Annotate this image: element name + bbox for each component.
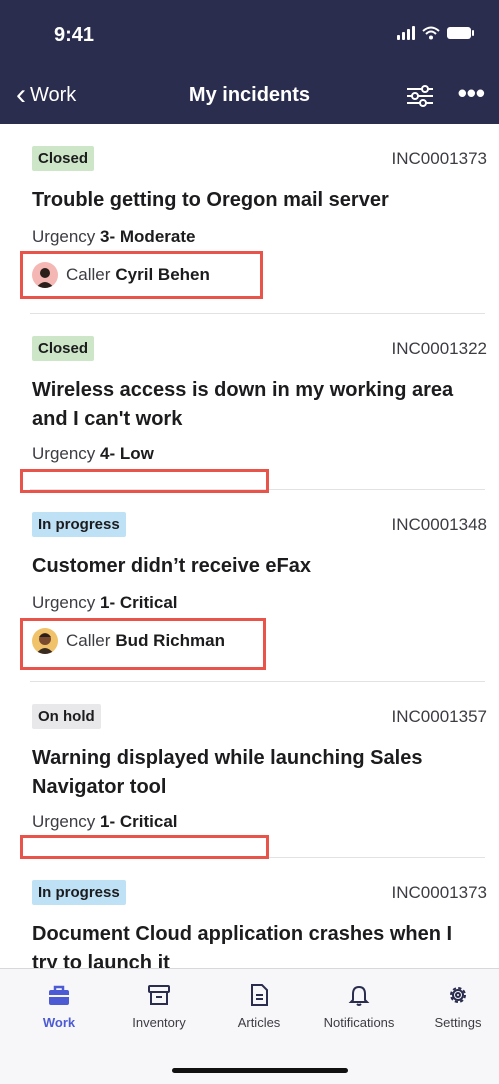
incident-card[interactable]: In progress INC0001373 Document Cloud ap… [0, 858, 499, 968]
status-icons [397, 26, 474, 40]
status-badge: In progress [32, 512, 126, 537]
briefcase-icon [49, 985, 69, 1005]
document-icon [251, 984, 268, 1006]
incident-list: Closed INC0001373 Trouble getting to Ore… [0, 124, 499, 968]
status-time: 9:41 [54, 24, 95, 46]
urgency-label: Urgency [32, 593, 96, 612]
tab-label: Notifications [323, 1015, 395, 1030]
tab-settings[interactable]: Settings [408, 983, 499, 1030]
gear-icon [450, 987, 466, 1003]
caller-highlight-box [20, 251, 263, 299]
tab-work[interactable]: Work [9, 983, 109, 1030]
nav-bar: ‹ Work My incidents ••• [0, 70, 499, 124]
status-badge: Closed [32, 146, 95, 171]
incident-number: INC0001357 [391, 707, 487, 726]
app-header: 9:41 ‹ Work My incidents ••• [0, 0, 499, 124]
home-indicator [172, 1068, 348, 1073]
status-badge: In progress [32, 880, 126, 905]
status-badge: On hold [32, 704, 101, 729]
incident-card[interactable]: Closed INC0001322 Wireless access is dow… [0, 314, 499, 490]
incident-title: Wireless access is down in my working ar… [32, 379, 454, 430]
more-options-icon[interactable]: ••• [458, 78, 485, 109]
caller-highlight-box [20, 618, 266, 670]
empty-caller-highlight-box [20, 835, 269, 859]
urgency-value: 1- Critical [100, 593, 178, 612]
tab-label: Inventory [132, 1015, 186, 1030]
urgency-value: 4- Low [100, 444, 154, 463]
signal-icon [397, 26, 415, 40]
incident-number: INC0001322 [391, 339, 487, 358]
incident-number: INC0001348 [391, 515, 487, 534]
filter-icon[interactable] [405, 84, 435, 108]
urgency-label: Urgency [32, 812, 96, 831]
urgency: Urgency 1- Critical [32, 812, 178, 832]
urgency: Urgency 4- Low [32, 444, 154, 464]
incident-title: Document Cloud application crashes when … [32, 923, 453, 968]
tab-inventory[interactable]: Inventory [109, 983, 209, 1030]
tab-articles[interactable]: Articles [209, 983, 309, 1030]
status-badge: Closed [32, 336, 95, 361]
urgency: Urgency 3- Moderate [32, 227, 195, 247]
urgency: Urgency 1- Critical [32, 593, 178, 613]
archive-box-icon [148, 985, 170, 1005]
urgency-label: Urgency [32, 444, 96, 463]
incident-title: Warning displayed while launching Sales … [32, 747, 423, 798]
incident-number: INC0001373 [391, 883, 487, 902]
bell-icon [348, 985, 370, 1006]
status-bar: 9:41 [0, 0, 499, 70]
tab-label: Settings [434, 1015, 482, 1030]
tab-bar: Work Inventory Articles Notifications Se… [0, 968, 499, 1084]
urgency-label: Urgency [32, 227, 96, 246]
incident-number: INC0001373 [391, 149, 487, 168]
incident-title: Customer didn’t receive eFax [32, 555, 311, 577]
incident-title: Trouble getting to Oregon mail server [32, 189, 389, 211]
incident-card[interactable]: On hold INC0001357 Warning displayed whi… [0, 682, 499, 858]
wifi-icon [422, 26, 440, 40]
battery-icon [447, 27, 474, 39]
urgency-value: 3- Moderate [100, 227, 196, 246]
urgency-value: 1- Critical [100, 812, 178, 831]
tab-notifications[interactable]: Notifications [309, 983, 409, 1030]
tab-label: Articles [237, 1015, 281, 1030]
tab-label: Work [42, 1015, 76, 1030]
